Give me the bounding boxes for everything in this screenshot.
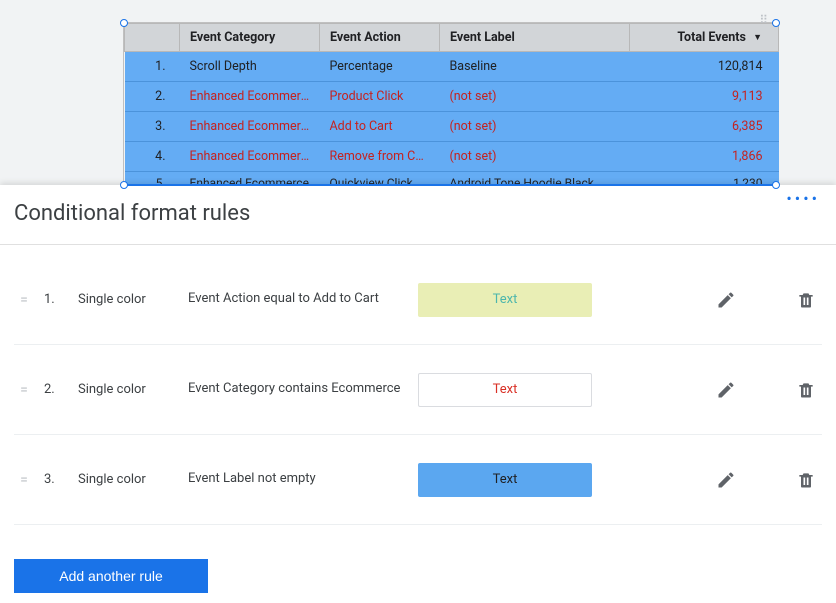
delete-rule-button[interactable] bbox=[790, 464, 822, 496]
rule-number: 1. bbox=[44, 292, 68, 307]
drag-grip-icon[interactable]: ⠿ bbox=[759, 13, 770, 27]
rule-preview-swatch: Text bbox=[418, 373, 592, 407]
table-header-row: Event Category Event Action Event Label … bbox=[125, 24, 779, 52]
cell-label: (not set) bbox=[440, 112, 630, 142]
rule-description: Event Action equal to Add to Cart bbox=[188, 290, 408, 308]
selection-handle[interactable] bbox=[120, 181, 128, 189]
selection-handle[interactable] bbox=[120, 19, 128, 27]
column-header-label[interactable]: Event Label bbox=[440, 24, 630, 52]
rule-description: Event Category contains Ecommerce bbox=[188, 380, 408, 398]
data-table: Event Category Event Action Event Label … bbox=[124, 23, 779, 202]
cell-label: (not set) bbox=[440, 142, 630, 172]
drag-handle-icon[interactable]: = bbox=[14, 292, 34, 308]
cell-action: Remove from Cart bbox=[320, 142, 440, 172]
cell-total: 120,814 bbox=[630, 52, 779, 82]
table-row[interactable]: 3.Enhanced EcommerceAdd to Cart(not set)… bbox=[125, 112, 779, 142]
row-index: 4. bbox=[125, 142, 180, 172]
panel-more-icon[interactable]: •••• bbox=[786, 189, 820, 208]
row-index: 2. bbox=[125, 82, 180, 112]
cell-action: Percentage bbox=[320, 52, 440, 82]
add-rule-button[interactable]: Add another rule bbox=[14, 559, 208, 593]
table-row[interactable]: 4.Enhanced EcommerceRemove from Cart(not… bbox=[125, 142, 779, 172]
selection-divider[interactable] bbox=[124, 184, 776, 186]
row-index: 1. bbox=[125, 52, 180, 82]
drag-handle-icon[interactable]: = bbox=[14, 472, 34, 488]
rule-row: = 1. Single color Event Action equal to Add… bbox=[14, 255, 822, 345]
cell-category: Scroll Depth bbox=[180, 52, 320, 82]
data-table-chart[interactable]: ⠿ Event Category Event Action Event Labe… bbox=[123, 22, 777, 203]
rule-type: Single color bbox=[78, 382, 178, 397]
column-header-total[interactable]: Total Events ▼ bbox=[630, 24, 779, 52]
selection-handle[interactable] bbox=[772, 181, 780, 189]
edit-rule-button[interactable] bbox=[710, 464, 742, 496]
rules-list: = 1. Single color Event Action equal to Add… bbox=[0, 245, 836, 525]
sort-descending-icon: ▼ bbox=[753, 32, 762, 43]
cell-category: Enhanced Ecommerce bbox=[180, 142, 320, 172]
cell-action: Add to Cart bbox=[320, 112, 440, 142]
edit-rule-button[interactable] bbox=[710, 374, 742, 406]
rule-number: 3. bbox=[44, 472, 68, 487]
panel-title: Conditional format rules bbox=[0, 185, 836, 244]
cell-label: Baseline bbox=[440, 52, 630, 82]
rule-type: Single color bbox=[78, 472, 178, 487]
delete-rule-button[interactable] bbox=[790, 374, 822, 406]
selection-handle[interactable] bbox=[772, 19, 780, 27]
rule-preview-swatch: Text bbox=[418, 463, 592, 497]
cell-total: 1,866 bbox=[630, 142, 779, 172]
rule-preview-swatch: Text bbox=[418, 283, 592, 317]
rule-number: 2. bbox=[44, 382, 68, 397]
cell-total: 9,113 bbox=[630, 82, 779, 112]
cell-action: Product Click bbox=[320, 82, 440, 112]
conditional-format-panel: •••• Conditional format rules = 1. Single … bbox=[0, 185, 836, 603]
drag-handle-icon[interactable]: = bbox=[14, 382, 34, 398]
rule-description: Event Label not empty bbox=[188, 470, 408, 488]
rule-type: Single color bbox=[78, 292, 178, 307]
column-header-total-text: Total Events bbox=[677, 30, 746, 45]
column-header-index[interactable] bbox=[125, 24, 180, 52]
edit-rule-button[interactable] bbox=[710, 284, 742, 316]
rule-row: = 2. Single color Event Category contains E… bbox=[14, 345, 822, 435]
column-header-action[interactable]: Event Action bbox=[320, 24, 440, 52]
cell-category: Enhanced Ecommerce bbox=[180, 112, 320, 142]
delete-rule-button[interactable] bbox=[790, 284, 822, 316]
cell-label: (not set) bbox=[440, 82, 630, 112]
row-index: 3. bbox=[125, 112, 180, 142]
cell-category: Enhanced Ecommerce bbox=[180, 82, 320, 112]
column-header-category[interactable]: Event Category bbox=[180, 24, 320, 52]
rule-row: = 3. Single color Event Label not empty Text bbox=[14, 435, 822, 525]
table-row[interactable]: 1.Scroll DepthPercentageBaseline120,814 bbox=[125, 52, 779, 82]
table-row[interactable]: 2.Enhanced EcommerceProduct Click(not se… bbox=[125, 82, 779, 112]
cell-total: 6,385 bbox=[630, 112, 779, 142]
